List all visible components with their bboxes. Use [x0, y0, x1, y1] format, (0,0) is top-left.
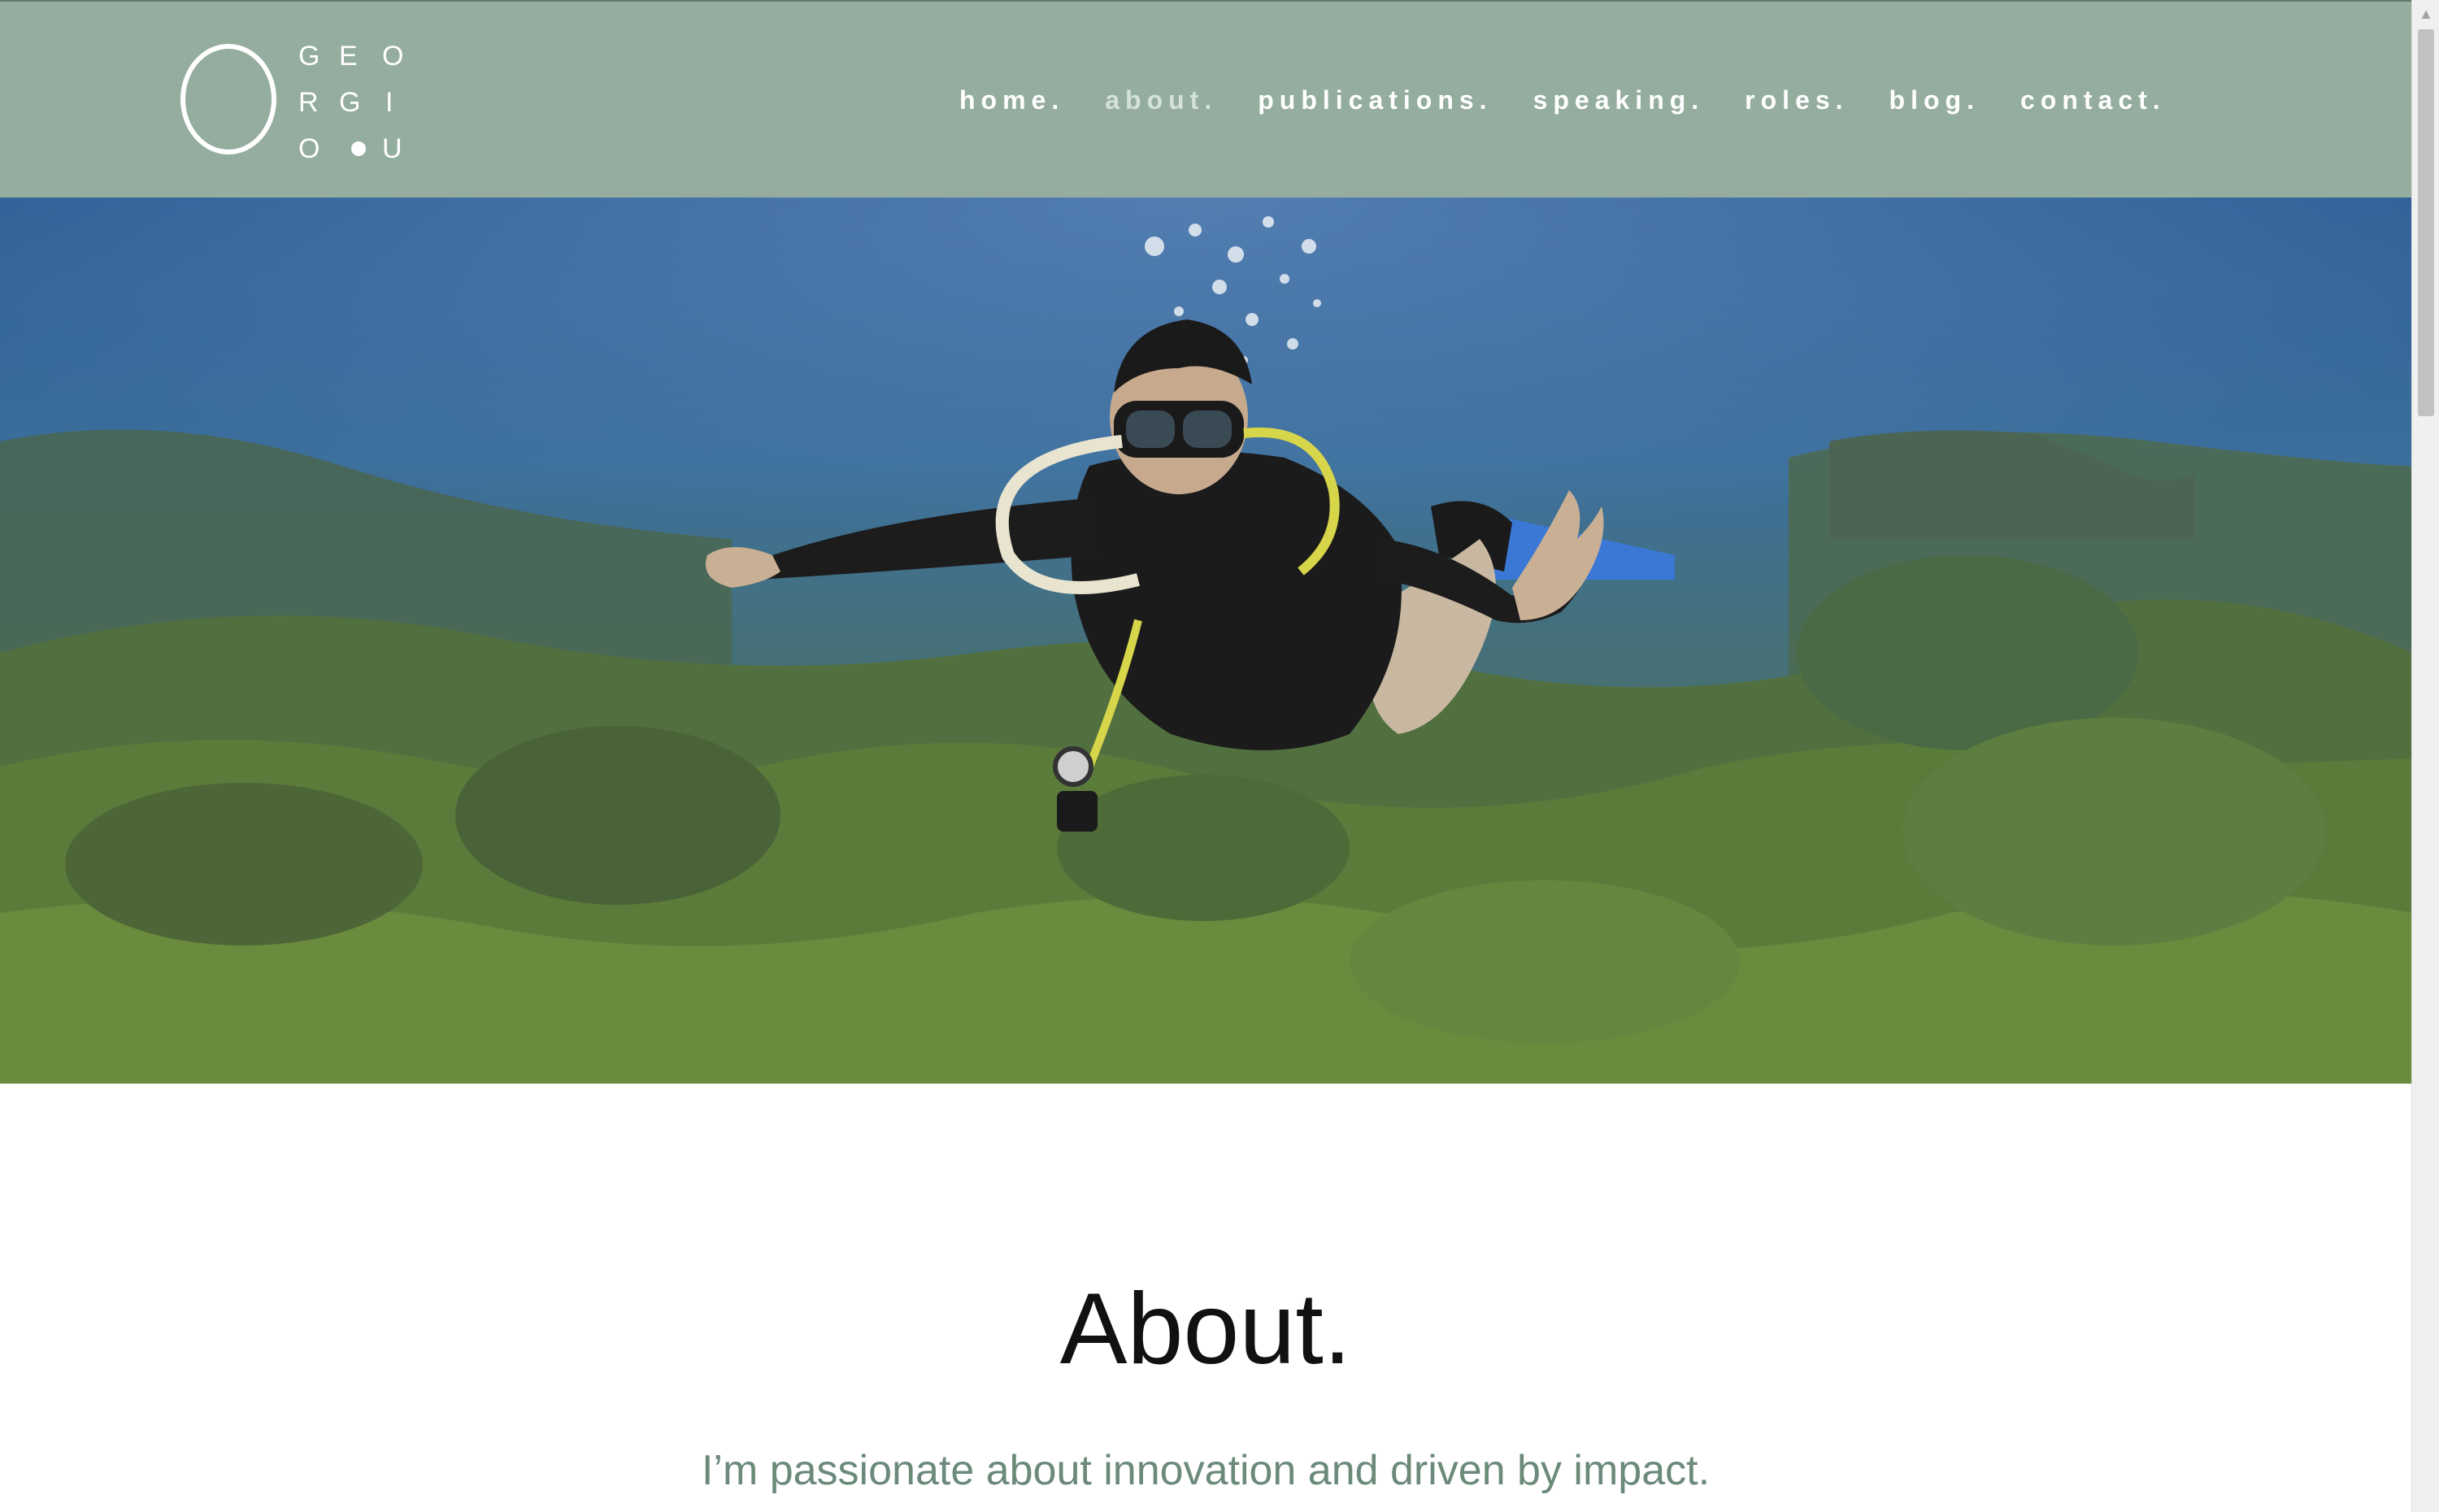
logo-dot — [351, 141, 366, 156]
site-header: G E O R G I O U home. about. publication… — [0, 0, 2411, 198]
scrollbar[interactable]: ▲ — [2411, 0, 2439, 1512]
about-section: About. I’m passionate about innovation a… — [0, 1084, 2411, 1512]
nav-item-speaking[interactable]: speaking. — [1533, 85, 1705, 115]
page: G E O R G I O U home. about. publication… — [0, 0, 2439, 1512]
logo-circle — [180, 44, 276, 154]
logo-letter: I — [385, 87, 393, 118]
logo-letter: R — [298, 87, 319, 118]
logo-letter: E — [339, 41, 358, 72]
diver-photo — [0, 198, 2411, 1084]
hero-image — [0, 198, 2411, 1084]
logo-letter: G — [339, 87, 361, 118]
logo-letter: G — [298, 41, 320, 72]
logo-letter: O — [298, 133, 320, 164]
nav-item-contact[interactable]: contact. — [2020, 85, 2166, 115]
logo-letter: O — [382, 41, 404, 72]
nav-item-publications[interactable]: publications. — [1258, 85, 1492, 115]
nav-item-home[interactable]: home. — [959, 85, 1064, 115]
scroll-up-arrow-icon[interactable]: ▲ — [2412, 0, 2439, 28]
nav-item-about[interactable]: about. — [1105, 85, 1217, 115]
about-tagline: I’m passionate about innovation and driv… — [701, 1447, 1711, 1494]
main-nav: home. about. publications. speaking. rol… — [959, 2, 2206, 199]
scroll-thumb[interactable] — [2418, 29, 2434, 416]
site-logo[interactable]: G E O R G I O U — [180, 36, 424, 166]
logo-letter: U — [382, 133, 402, 164]
nav-item-blog[interactable]: blog. — [1889, 85, 1980, 115]
page-title: About. — [1059, 1273, 1352, 1385]
nav-item-roles[interactable]: roles. — [1745, 85, 1848, 115]
